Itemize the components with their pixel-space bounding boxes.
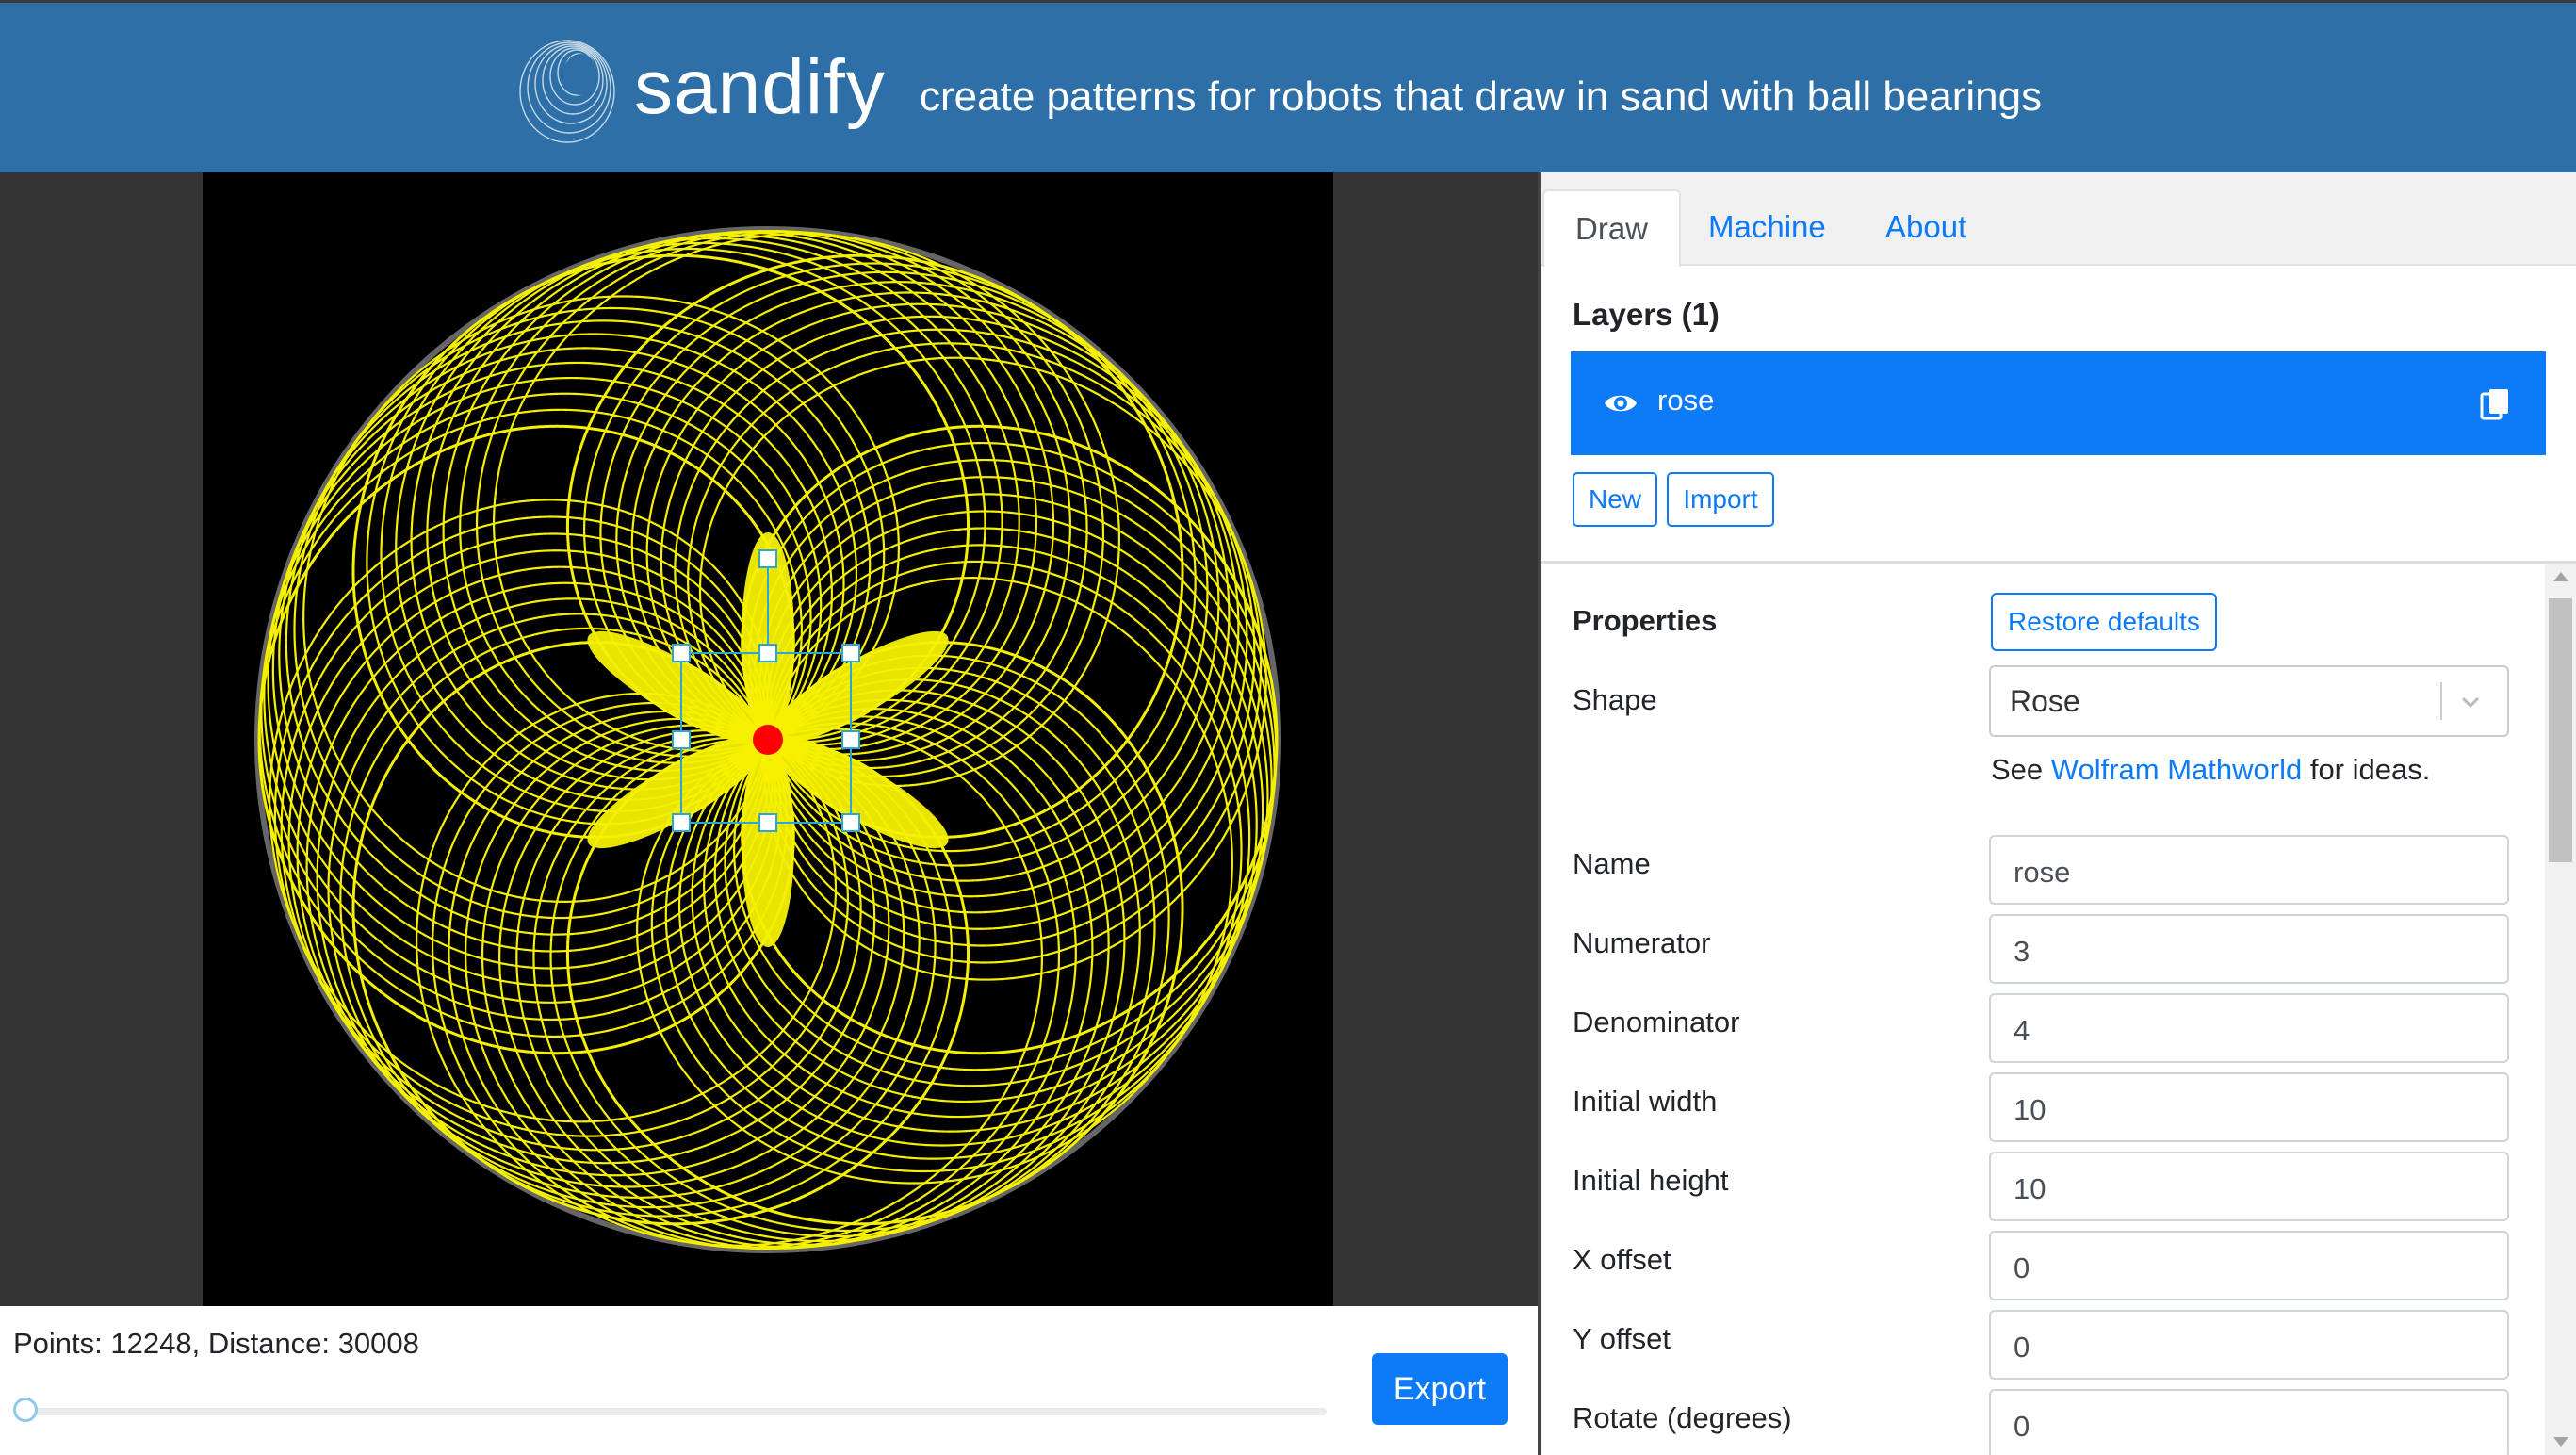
- denominator-field[interactable]: 4: [1989, 993, 2509, 1063]
- name-field[interactable]: rose: [1989, 835, 2509, 905]
- numerator-field[interactable]: 3: [1989, 914, 2509, 984]
- layers-heading: Layers (1): [1573, 297, 1720, 332]
- shape-label: Shape: [1573, 683, 1657, 716]
- app-title: sandify: [634, 44, 886, 130]
- scroll-down-icon[interactable]: [2553, 1437, 2568, 1447]
- resize-handle: [841, 730, 860, 749]
- y-offset-field[interactable]: 0: [1989, 1310, 2509, 1380]
- preview-slider-handle[interactable]: [13, 1398, 38, 1422]
- eye-icon[interactable]: [1603, 387, 1639, 419]
- tab-about[interactable]: About: [1885, 189, 1966, 265]
- y-offset-label: Y offset: [1573, 1322, 1671, 1355]
- initial-width-value: 10: [2014, 1093, 2046, 1126]
- resize-handle: [841, 644, 860, 662]
- resize-handle: [672, 644, 691, 662]
- name-value: rose: [2014, 856, 2071, 889]
- x-offset-label: X offset: [1573, 1243, 1671, 1276]
- numerator-label: Numerator: [1573, 926, 1711, 959]
- resize-handle: [758, 644, 777, 662]
- app-tagline: create patterns for robots that draw in …: [920, 74, 2043, 120]
- restore-defaults-button[interactable]: Restore defaults: [1991, 593, 2217, 651]
- denominator-label: Denominator: [1573, 1005, 1740, 1038]
- rotate-value: 0: [2014, 1410, 2030, 1443]
- resize-handle: [758, 813, 777, 832]
- drawing-canvas[interactable]: [203, 172, 1333, 1306]
- preview-slider-track[interactable]: [26, 1408, 1327, 1415]
- y-offset-value: 0: [2014, 1331, 2030, 1364]
- properties-heading: Properties: [1573, 604, 1718, 637]
- scroll-up-icon[interactable]: [2553, 572, 2568, 581]
- sidebar-panel: Draw Machine About Layers (1) rose New I…: [1538, 172, 2576, 1455]
- hint-prefix: See: [1991, 753, 2051, 786]
- center-point: [753, 725, 783, 755]
- sandify-logo-icon: [519, 40, 615, 143]
- preview-footer: Points: 12248, Distance: 30008 Export: [0, 1306, 1538, 1455]
- layer-item[interactable]: rose: [1571, 351, 2546, 455]
- tab-machine[interactable]: Machine: [1708, 189, 1826, 265]
- select-separator: [2440, 682, 2442, 720]
- initial-width-label: Initial width: [1573, 1085, 1718, 1118]
- x-offset-value: 0: [2014, 1251, 2030, 1284]
- properties-section: Properties Restore defaults Shape Rose S…: [1541, 564, 2576, 1455]
- numerator-value: 3: [2014, 935, 2030, 968]
- wolfram-mathworld-link[interactable]: Wolfram Mathworld: [2051, 753, 2302, 786]
- tab-bar: Draw Machine About: [1541, 172, 2576, 267]
- shape-select[interactable]: Rose: [1989, 665, 2509, 737]
- chevron-down-icon[interactable]: [2456, 688, 2485, 716]
- initial-width-field[interactable]: 10: [1989, 1072, 2509, 1142]
- scrollbar-thumb[interactable]: [2549, 598, 2572, 862]
- app-header: sandify create patterns for robots that …: [0, 0, 2576, 172]
- resize-handle: [672, 730, 691, 749]
- hint-suffix: for ideas.: [2302, 753, 2431, 786]
- copy-icon[interactable]: [2479, 387, 2511, 421]
- layer-name: rose: [1657, 384, 1715, 417]
- shape-select-value: Rose: [2010, 684, 2080, 718]
- export-button[interactable]: Export: [1372, 1353, 1508, 1425]
- shape-hint: See Wolfram Mathworld for ideas.: [1991, 753, 2430, 787]
- initial-height-value: 10: [2014, 1172, 2046, 1205]
- resize-handle: [841, 813, 860, 832]
- rotate-handle: [758, 549, 777, 568]
- denominator-value: 4: [2014, 1014, 2030, 1047]
- pattern-preview: [254, 226, 1281, 1253]
- resize-handle: [672, 813, 691, 832]
- pattern-stats: Points: 12248, Distance: 30008: [13, 1327, 419, 1360]
- initial-height-label: Initial height: [1573, 1164, 1729, 1197]
- rotate-field[interactable]: 0: [1989, 1389, 2509, 1455]
- properties-scrollbar[interactable]: [2545, 564, 2576, 1455]
- x-offset-field[interactable]: 0: [1989, 1231, 2509, 1300]
- tab-draw[interactable]: Draw: [1542, 189, 1682, 267]
- rotate-label: Rotate (degrees): [1573, 1401, 1792, 1434]
- import-layer-button[interactable]: Import: [1667, 472, 1774, 527]
- name-label: Name: [1573, 847, 1651, 880]
- preview-area: [0, 172, 1538, 1306]
- initial-height-field[interactable]: 10: [1989, 1152, 2509, 1221]
- new-layer-button[interactable]: New: [1573, 472, 1657, 527]
